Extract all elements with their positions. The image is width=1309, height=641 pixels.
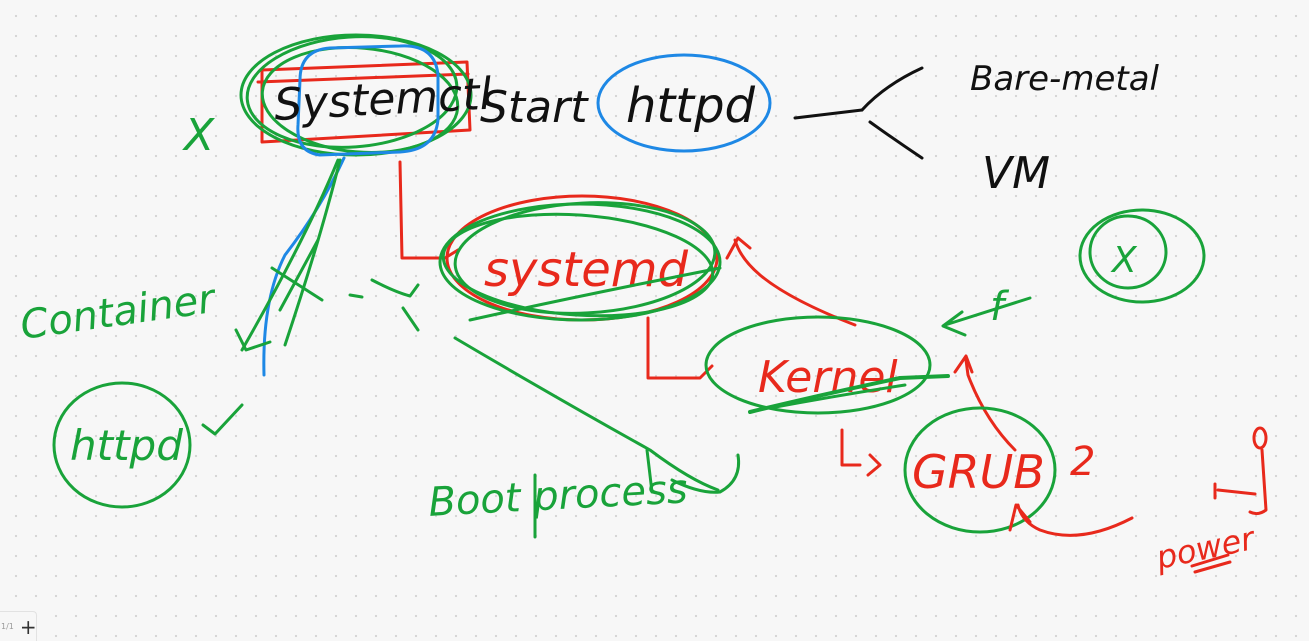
systemd-label: systemd (484, 242, 689, 298)
power-group: power (1152, 426, 1268, 577)
bare-metal-label: Bare-metal (970, 59, 1160, 99)
checkmark-icon (201, 403, 244, 436)
red-connector-grub (840, 428, 862, 467)
circled-x-label: X (1110, 240, 1138, 281)
green-arrow-into-kernel (941, 296, 1032, 337)
power-cord (1248, 448, 1268, 516)
container-label: Container (17, 276, 219, 349)
httpd-bottom-group: httpd (52, 381, 244, 509)
branch-arrow (793, 66, 924, 160)
power-button-icon (1252, 426, 1268, 450)
red-arrow-power-grub (1016, 503, 1134, 537)
red-arrow-up-kernel (964, 358, 1017, 452)
red-connector-kernel (646, 316, 714, 380)
add-page-button[interactable]: + (20, 617, 37, 637)
kernel-group: Kernel (704, 315, 950, 415)
grub-group: GRUB 2 (903, 406, 1095, 534)
systemd-group: systemd (438, 194, 722, 322)
grub-label: GRUB (912, 445, 1045, 499)
red-arrow-up-systemd (733, 238, 857, 327)
power-arrow (1213, 482, 1257, 500)
httpd-top-label: httpd (626, 78, 756, 134)
httpd-top-group: httpd (596, 53, 772, 153)
page-indicator: 1/1 + (0, 611, 37, 641)
circled-x-mark: X (1078, 208, 1206, 304)
x-mark-left: X (182, 110, 215, 161)
grub-version-label: 2 (1070, 439, 1095, 485)
whiteboard-canvas[interactable]: Systemctl Start httpd Bare-metal VM X Co… (0, 0, 1309, 640)
vm-label: VM (982, 148, 1050, 199)
page-number: 1/1 (1, 622, 14, 631)
systemctl-group: Systemctl (239, 33, 494, 157)
httpd-bottom-label: httpd (70, 421, 183, 470)
start-label: Start (480, 82, 589, 133)
green-arrow-to-systemd (348, 278, 420, 299)
green-connector-1 (240, 158, 340, 352)
